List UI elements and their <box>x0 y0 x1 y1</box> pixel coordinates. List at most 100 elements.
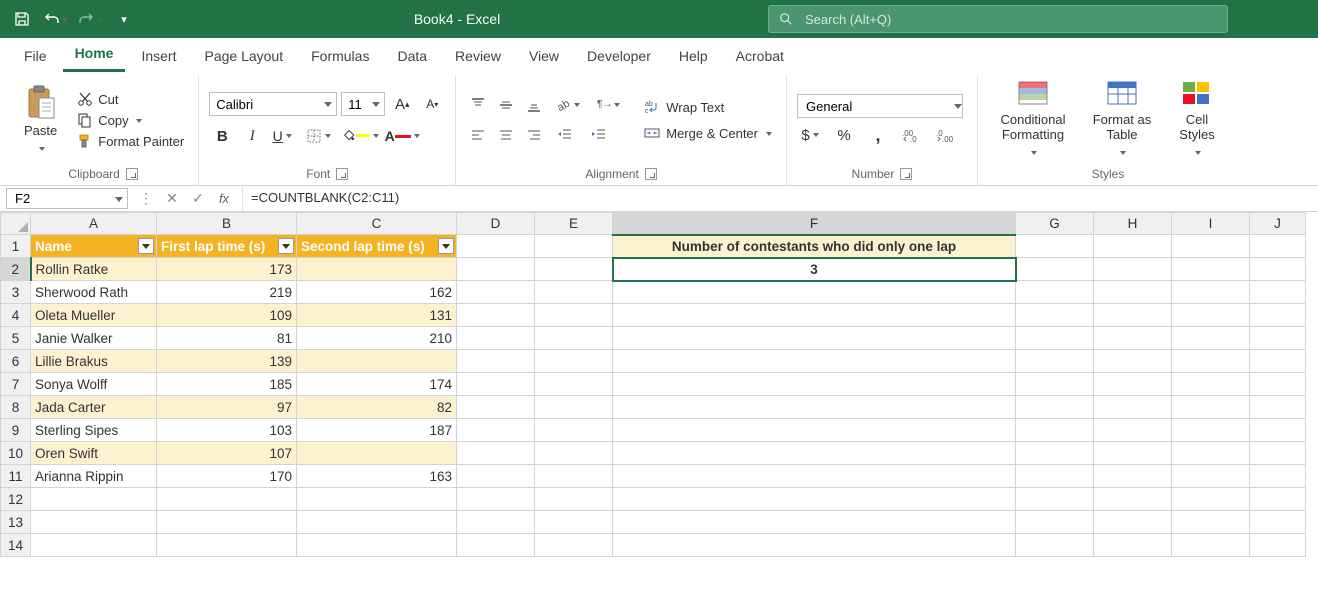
cell-J8[interactable] <box>1250 396 1306 419</box>
row-header-9[interactable]: 9 <box>1 419 31 442</box>
cell-E8[interactable] <box>535 396 613 419</box>
redo-button[interactable] <box>76 5 104 33</box>
cell-E2[interactable] <box>535 258 613 281</box>
cell-H10[interactable] <box>1094 442 1172 465</box>
cell-F2[interactable]: 3 <box>613 258 1016 281</box>
cell-H2[interactable] <box>1094 258 1172 281</box>
enter-formula-button[interactable]: ✓ <box>186 188 210 210</box>
tab-file[interactable]: File <box>12 42 59 72</box>
fill-color-button[interactable] <box>341 123 379 149</box>
number-launcher[interactable] <box>900 168 912 180</box>
cell-G8[interactable] <box>1016 396 1094 419</box>
cell-F4[interactable] <box>613 304 1016 327</box>
cell-E12[interactable] <box>535 488 613 511</box>
alignment-launcher[interactable] <box>645 168 657 180</box>
row-header-13[interactable]: 13 <box>1 511 31 534</box>
cell-C4[interactable]: 131 <box>297 304 457 327</box>
cell-A3[interactable]: Sherwood Rath <box>31 281 157 304</box>
cell-A2[interactable]: Rollin Ratke <box>31 258 157 281</box>
cell-I14[interactable] <box>1172 534 1250 557</box>
cell-H6[interactable] <box>1094 350 1172 373</box>
cell-C13[interactable] <box>297 511 457 534</box>
filter-icon[interactable] <box>438 238 454 254</box>
col-header-B[interactable]: B <box>157 213 297 235</box>
cell-A5[interactable]: Janie Walker <box>31 327 157 350</box>
cell-H3[interactable] <box>1094 281 1172 304</box>
tab-page-layout[interactable]: Page Layout <box>192 42 295 72</box>
cell-J4[interactable] <box>1250 304 1306 327</box>
cell-A6[interactable]: Lillie Brakus <box>31 350 157 373</box>
col-header-H[interactable]: H <box>1094 213 1172 235</box>
number-format-select[interactable] <box>797 94 963 118</box>
cell-E11[interactable] <box>535 465 613 488</box>
filter-icon[interactable] <box>138 238 154 254</box>
cell-B6[interactable]: 139 <box>157 350 297 373</box>
cell-E1[interactable] <box>535 235 613 258</box>
cell-C5[interactable]: 210 <box>297 327 457 350</box>
align-left-button[interactable] <box>466 123 490 147</box>
cell-D2[interactable] <box>457 258 535 281</box>
cell-B14[interactable] <box>157 534 297 557</box>
percent-format-button[interactable]: % <box>831 124 857 146</box>
cell-F6[interactable] <box>613 350 1016 373</box>
name-box[interactable] <box>6 188 128 209</box>
cell-J6[interactable] <box>1250 350 1306 373</box>
cell-G2[interactable] <box>1016 258 1094 281</box>
decrease-indent-button[interactable] <box>550 123 580 147</box>
cell-J10[interactable] <box>1250 442 1306 465</box>
cell-B1[interactable]: First lap time (s) <box>157 235 297 258</box>
align-top-button[interactable] <box>466 93 490 117</box>
cell-D9[interactable] <box>457 419 535 442</box>
cell-B9[interactable]: 103 <box>157 419 297 442</box>
row-header-10[interactable]: 10 <box>1 442 31 465</box>
col-header-A[interactable]: A <box>31 213 157 235</box>
cell-D14[interactable] <box>457 534 535 557</box>
cell-G12[interactable] <box>1016 488 1094 511</box>
cell-I12[interactable] <box>1172 488 1250 511</box>
cell-B3[interactable]: 219 <box>157 281 297 304</box>
cell-H14[interactable] <box>1094 534 1172 557</box>
cell-I10[interactable] <box>1172 442 1250 465</box>
cell-E3[interactable] <box>535 281 613 304</box>
tab-insert[interactable]: Insert <box>129 42 188 72</box>
col-header-F[interactable]: F <box>613 213 1016 235</box>
cell-H7[interactable] <box>1094 373 1172 396</box>
cell-B13[interactable] <box>157 511 297 534</box>
row-header-6[interactable]: 6 <box>1 350 31 373</box>
cell-D8[interactable] <box>457 396 535 419</box>
cell-C9[interactable]: 187 <box>297 419 457 442</box>
cell-A14[interactable] <box>31 534 157 557</box>
cell-C7[interactable]: 174 <box>297 373 457 396</box>
borders-button[interactable] <box>299 123 337 149</box>
paste-button[interactable]: Paste <box>18 83 63 157</box>
tab-formulas[interactable]: Formulas <box>299 42 381 72</box>
cell-A10[interactable]: Oren Swift <box>31 442 157 465</box>
row-header-8[interactable]: 8 <box>1 396 31 419</box>
save-button[interactable] <box>8 5 36 33</box>
cell-A4[interactable]: Oleta Mueller <box>31 304 157 327</box>
font-size-select[interactable] <box>341 92 385 116</box>
cell-G6[interactable] <box>1016 350 1094 373</box>
cell-G7[interactable] <box>1016 373 1094 396</box>
cell-I7[interactable] <box>1172 373 1250 396</box>
italic-button[interactable]: I <box>239 123 265 149</box>
tab-review[interactable]: Review <box>443 42 513 72</box>
increase-decimal-button[interactable]: .00.0 <box>899 124 925 146</box>
accounting-format-button[interactable]: $ <box>797 124 823 146</box>
cell-C8[interactable]: 82 <box>297 396 457 419</box>
format-painter-button[interactable]: Format Painter <box>73 132 188 150</box>
cell-B8[interactable]: 97 <box>157 396 297 419</box>
row-header-1[interactable]: 1 <box>1 235 31 258</box>
cell-G14[interactable] <box>1016 534 1094 557</box>
cell-D1[interactable] <box>457 235 535 258</box>
cell-J2[interactable] <box>1250 258 1306 281</box>
cell-E7[interactable] <box>535 373 613 396</box>
cell-I4[interactable] <box>1172 304 1250 327</box>
cell-F10[interactable] <box>613 442 1016 465</box>
undo-button[interactable] <box>42 5 70 33</box>
cell-I1[interactable] <box>1172 235 1250 258</box>
cell-C2[interactable] <box>297 258 457 281</box>
cell-J5[interactable] <box>1250 327 1306 350</box>
col-header-E[interactable]: E <box>535 213 613 235</box>
cell-A12[interactable] <box>31 488 157 511</box>
